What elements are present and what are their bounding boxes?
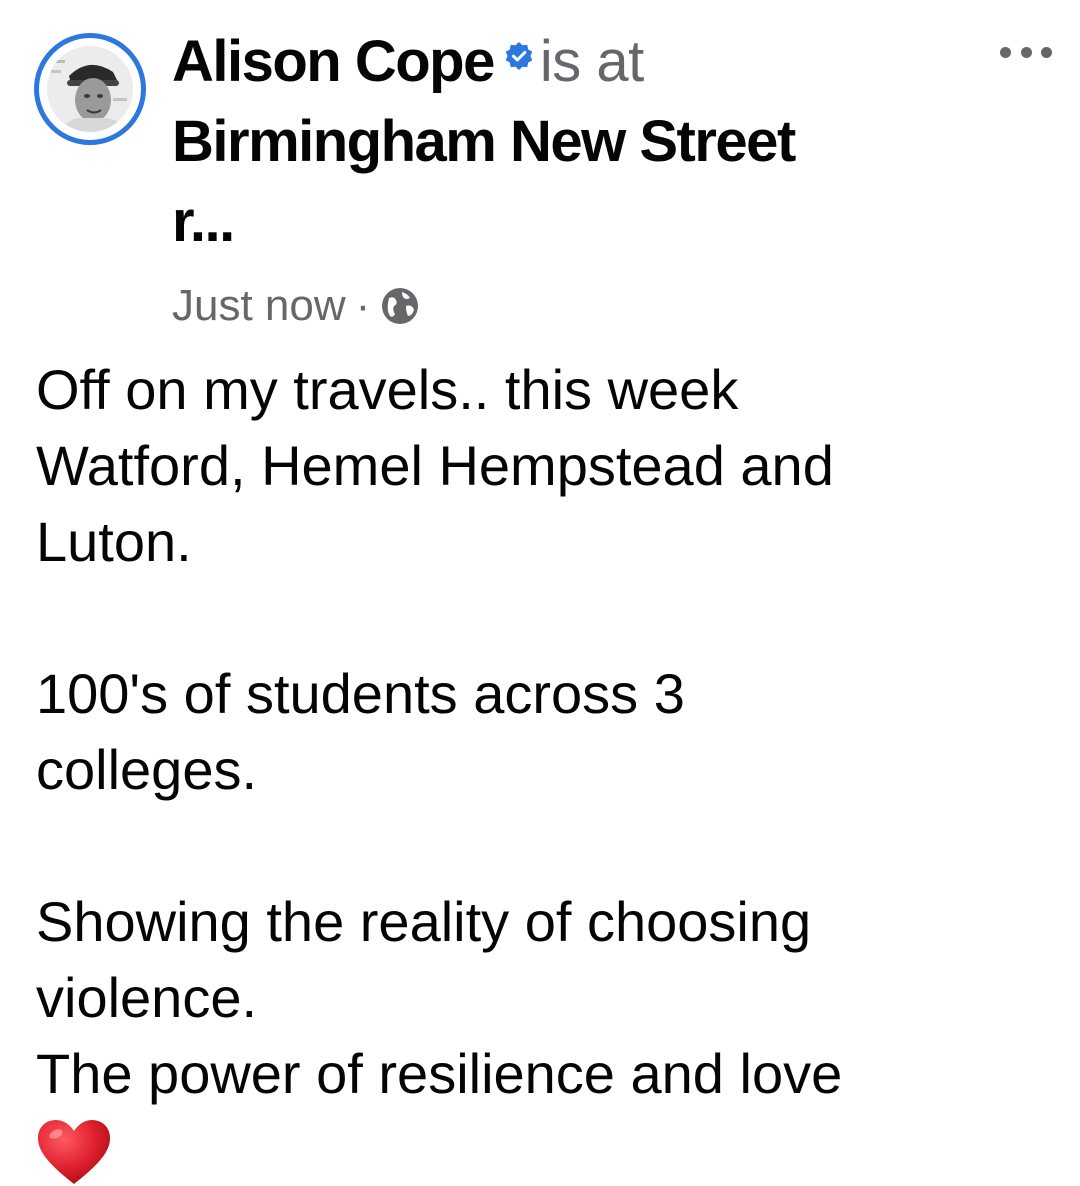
- post-text-line: Off on my travels.. this week: [36, 358, 739, 421]
- post-header: Alison Cope is at Birmingham New Street …: [172, 22, 952, 334]
- avatar-image: [47, 46, 133, 132]
- post-text-line: colleges.: [36, 738, 258, 801]
- more-dot: [1000, 46, 1011, 58]
- avatar[interactable]: [34, 33, 146, 145]
- post-text-line: The power of resilience and love: [36, 1042, 843, 1105]
- location-link[interactable]: Birmingham New Street: [172, 109, 796, 174]
- timestamp[interactable]: Just now: [172, 278, 346, 334]
- more-dot: [1020, 46, 1032, 58]
- more-dot: [1041, 46, 1052, 58]
- globe-icon: [382, 288, 419, 324]
- meta-separator: ·: [355, 281, 371, 330]
- post-body: Off on my travels.. this week Watford, H…: [36, 352, 1046, 1186]
- author-line: Alison Cope is at Birmingham New Street …: [172, 22, 952, 262]
- post-meta: Just now ·: [172, 278, 952, 334]
- post-text-line: 100's of students across 3: [36, 662, 685, 725]
- verified-badge-icon: [505, 42, 533, 70]
- post-text-line: Watford, Hemel Hempstead and: [36, 434, 834, 497]
- post-card: Alison Cope is at Birmingham New Street …: [0, 0, 1080, 1184]
- post-text-line: Luton.: [36, 510, 192, 573]
- post-text-line: violence.: [36, 966, 258, 1029]
- location-link-truncated[interactable]: r...: [172, 189, 235, 254]
- more-options-icon[interactable]: [1000, 40, 1052, 64]
- post-text-line: Showing the reality of choosing: [36, 890, 812, 953]
- author-name[interactable]: Alison Cope: [172, 29, 495, 94]
- red-heart-icon: [38, 1120, 110, 1184]
- check-in-verb: is at: [539, 29, 644, 94]
